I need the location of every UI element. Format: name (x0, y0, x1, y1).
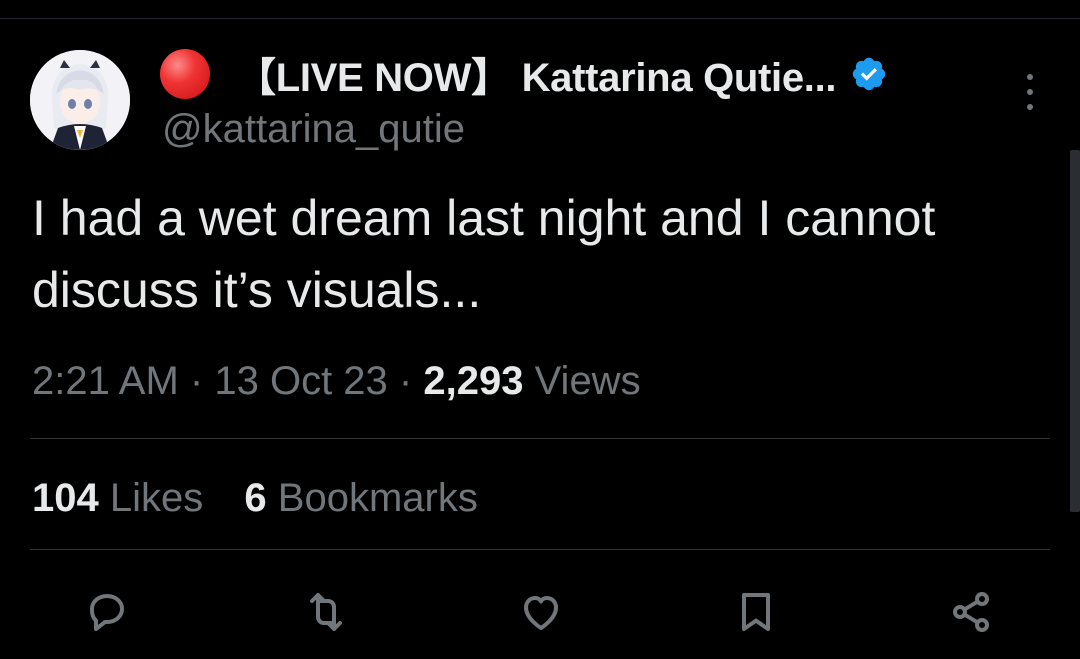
views-count: 2,293 (423, 359, 524, 403)
more-dot (1027, 89, 1033, 95)
author-name-row[interactable]: 【LIVE NOW】 Kattarina Qutie... (160, 48, 888, 100)
more-options-icon[interactable] (1016, 74, 1044, 110)
bookmarks-stat[interactable]: 6 Bookmarks (244, 476, 477, 520)
engagement-stats: 104 Likes 6 Bookmarks (32, 472, 508, 524)
views-label: Views (534, 359, 641, 403)
retweet-icon[interactable] (302, 588, 350, 636)
divider (30, 438, 1050, 439)
bookmarks-count: 6 (244, 476, 267, 520)
share-icon[interactable] (947, 588, 995, 636)
likes-count: 104 (32, 476, 99, 520)
meta-separator: · (189, 359, 204, 403)
meta-separator: · (398, 359, 413, 403)
likes-label: Likes (109, 476, 204, 520)
tweet-time[interactable]: 2:21 AM (32, 359, 179, 403)
tweet-text-line: discuss it’s visuals... (32, 262, 482, 318)
divider (30, 549, 1050, 550)
top-divider (0, 18, 1080, 19)
avatar[interactable] (30, 50, 130, 150)
scrollbar[interactable] (1070, 150, 1080, 512)
author-display-name[interactable]: 【LIVE NOW】 Kattarina Qutie... (236, 45, 837, 103)
live-red-circle-icon (160, 49, 210, 99)
tweet-meta: 2:21 AM · 13 Oct 23 · 2,293 Views (32, 355, 641, 407)
bookmark-icon[interactable] (732, 588, 780, 636)
tweet-text: I had a wet dream last night and I canno… (32, 182, 1062, 326)
author-handle[interactable]: @kattarina_qutie (162, 106, 465, 152)
more-dot (1027, 104, 1033, 110)
likes-stat[interactable]: 104 Likes (32, 476, 203, 520)
more-dot (1027, 74, 1033, 80)
bookmarks-label: Bookmarks (277, 476, 478, 520)
tweet-date[interactable]: 13 Oct 23 (214, 359, 387, 403)
verified-badge-icon[interactable] (850, 55, 888, 93)
like-icon[interactable] (517, 588, 565, 636)
reply-icon[interactable] (83, 588, 131, 636)
tweet-text-line: I had a wet dream last night and I canno… (32, 190, 936, 246)
